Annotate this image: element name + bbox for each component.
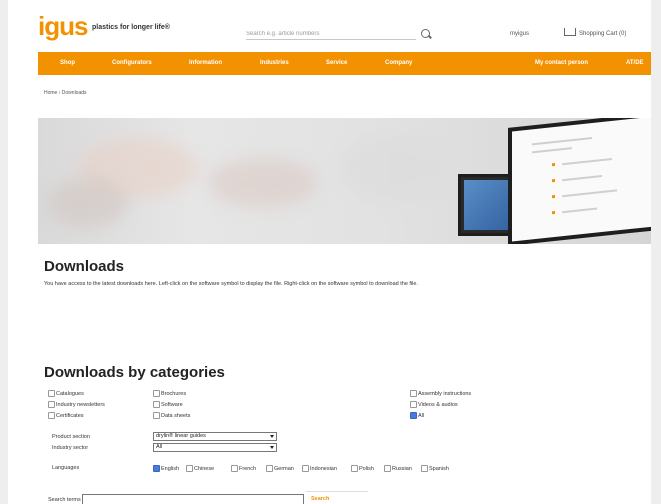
checkbox-certificates[interactable]: Certificates [48, 412, 84, 419]
monitor-image-front [508, 118, 651, 244]
search-input[interactable] [246, 28, 416, 40]
checkbox-assembly-instructions[interactable]: Assembly instructions [410, 390, 471, 397]
checkbox-checked-icon[interactable] [153, 465, 160, 472]
page: igus plastics for longer life® myigus Sh… [8, 0, 651, 504]
checkbox-lang-russian[interactable]: Russian [384, 465, 412, 472]
checkbox-icon[interactable] [48, 401, 55, 408]
nav-contact-person[interactable]: My contact person [535, 60, 588, 66]
checkbox-icon[interactable] [153, 401, 160, 408]
checkbox-icon[interactable] [384, 465, 391, 472]
checkbox-software[interactable]: Software [153, 401, 183, 408]
main-nav: Shop Configurators Information Industrie… [38, 52, 651, 75]
checkbox-catalogues[interactable]: Catalogues [48, 390, 84, 397]
breadcrumb[interactable]: Home › Downloads [44, 90, 87, 96]
search-icon[interactable] [421, 29, 430, 38]
tagline: plastics for longer life® [92, 24, 170, 31]
myigus-link[interactable]: myigus [510, 31, 529, 37]
checkbox-icon[interactable] [153, 390, 160, 397]
intro-text: You have access to the latest downloads … [44, 281, 418, 287]
chevron-down-icon [270, 435, 274, 438]
nav-item-configurators[interactable]: Configurators [112, 60, 152, 66]
search-terms-label: Search terms [48, 497, 81, 503]
checkbox-icon[interactable] [48, 390, 55, 397]
checkbox-lang-german[interactable]: German [266, 465, 294, 472]
checkbox-icon[interactable] [410, 401, 417, 408]
languages-label: Languages [52, 465, 80, 471]
nav-item-shop[interactable]: Shop [60, 60, 75, 66]
nav-item-industries[interactable]: Industries [260, 60, 289, 66]
nav-item-company[interactable]: Company [385, 60, 412, 66]
header: igus plastics for longer life® myigus Sh… [8, 0, 651, 48]
divider [306, 491, 368, 492]
hero-banner [38, 118, 651, 244]
chevron-down-icon [270, 446, 274, 449]
checkbox-checked-icon[interactable] [410, 412, 417, 419]
checkbox-videos-audios[interactable]: Videos & audios [410, 401, 458, 408]
checkbox-icon[interactable] [302, 465, 309, 472]
shopping-cart-link[interactable]: Shopping Cart (0) [579, 31, 626, 37]
igus-logo[interactable]: igus [38, 11, 88, 42]
nav-item-information[interactable]: Information [189, 60, 222, 66]
nav-region[interactable]: AT/DE [626, 60, 644, 66]
categories-heading: Downloads by categories [44, 364, 225, 381]
checkbox-icon[interactable] [410, 390, 417, 397]
checkbox-icon[interactable] [231, 465, 238, 472]
checkbox-icon[interactable] [48, 412, 55, 419]
page-title: Downloads [44, 258, 125, 275]
checkbox-lang-indonesian[interactable]: Indonesian [302, 465, 337, 472]
checkbox-lang-spanish[interactable]: Spanish [421, 465, 449, 472]
nav-item-service[interactable]: Service [326, 60, 347, 66]
checkbox-lang-chinese[interactable]: Chinese [186, 465, 214, 472]
checkbox-lang-english[interactable]: English [153, 465, 179, 472]
search-button[interactable]: Search [311, 496, 329, 502]
checkbox-lang-french[interactable]: French [231, 465, 256, 472]
checkbox-brochures[interactable]: Brochures [153, 390, 186, 397]
checkbox-icon[interactable] [266, 465, 273, 472]
industry-sector-select[interactable]: All [153, 443, 277, 452]
product-section-select[interactable]: drylin® linear guides [153, 432, 277, 441]
shopping-cart-icon[interactable] [564, 28, 576, 36]
checkbox-icon[interactable] [351, 465, 358, 472]
industry-sector-label: Industry sector [52, 445, 89, 451]
checkbox-lang-polish[interactable]: Polish [351, 465, 374, 472]
product-section-label: Product section [52, 434, 90, 440]
search-terms-input[interactable] [82, 494, 304, 504]
checkbox-icon[interactable] [153, 412, 160, 419]
checkbox-icon[interactable] [186, 465, 193, 472]
checkbox-data-sheets[interactable]: Data sheets [153, 412, 190, 419]
checkbox-industry-newsletters[interactable]: Industry newsletters [48, 401, 105, 408]
checkbox-icon[interactable] [421, 465, 428, 472]
checkbox-all[interactable]: All [410, 412, 424, 419]
